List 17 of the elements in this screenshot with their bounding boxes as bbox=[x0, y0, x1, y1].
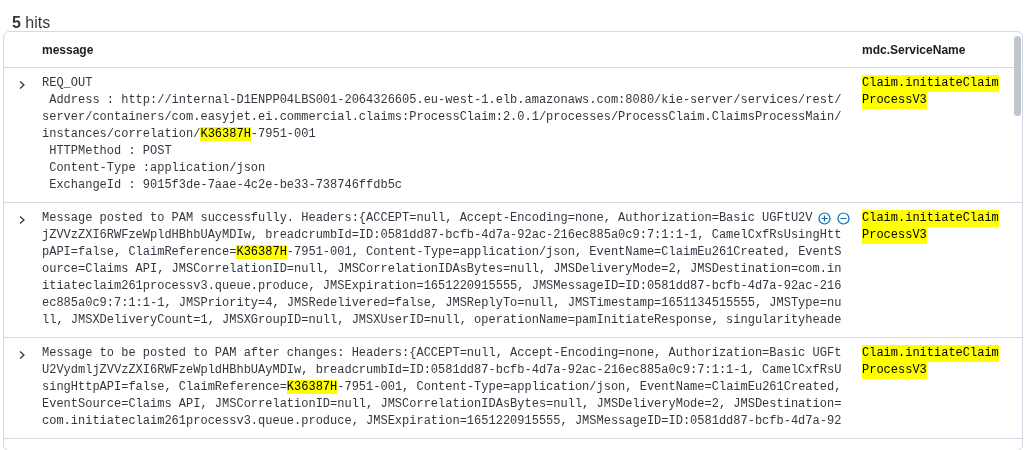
service-name: Claim.initiateClaim bbox=[862, 210, 999, 227]
zoom-out-icon[interactable] bbox=[837, 212, 850, 225]
chevron-icon[interactable] bbox=[17, 215, 27, 225]
chevron-icon[interactable] bbox=[17, 80, 27, 90]
service-name: ProcessV3 bbox=[862, 362, 927, 379]
column-header[interactable]: mdc.ServiceName bbox=[858, 42, 1022, 57]
scrollbar[interactable] bbox=[1014, 36, 1021, 116]
column-header[interactable]: message bbox=[38, 42, 858, 57]
log-message: Message posted to PAM successfully. Headers:{ACCEPT=null, Accept-Encoding=none, Authorization=Basic UGFtU2V jZVVzZXI6RWFzeWpldHBhbUAyMDIw, breadcrumbId=ID:0581dd87-bcfb-4d7a-92ac-216ec885a0c9:7:1:1-1, CamelCxfRsUsingHtt pAPI=false, ClaimReference=K36387H-7951-001, Content-Type=application/json, EventName=ClaimEu261Created, EventS ource=Claims API, JMSCorrelationID=null, JMSCorrelationIDAsBytes=null, JMSDeliveryMode=2, JMSDestination=com.in itiateclaim261processv3.queue.produce, JMSExpiration=1651220915555, JMSMessageID=ID:0581dd87-bcfb-4d7a-92ac-216 ec885a0c9:7:1:1-1, JMSPriority=4, JMSRedelivered=false, JMSReplyTo=null, JMSTimestamp=1651134515555, JMSType=nu ll, JMSXDeliveryCount=1, JMSXGroupID=null, JMSXUserID=null, operationName=pamInitiateResponse, singularityheade bbox=[41, 210, 843, 329]
chevron-icon[interactable] bbox=[17, 350, 27, 360]
service-name: Claim.initiateClaim bbox=[862, 345, 999, 362]
hits-count: 5 hits bbox=[11, 13, 52, 31]
service-name: ProcessV3 bbox=[862, 227, 927, 244]
service-name: Claim.initiateClaim bbox=[862, 75, 999, 92]
zoom-in-icon[interactable] bbox=[818, 212, 831, 225]
log-message: REQ_OUT Address : http://internal-D1ENPP04LBS001-2064326605.eu-west-1.elb.amazonaws.com:8080/kie-server/services/rest/ server/containers/com.easyjet.ei.commercial.claims:ProcessClaim:2.0.1/processes/ProcessClaim.ClaimsProcessMain/ instances/correlation/K36387H-7951-001 HTTPMethod : POST Content-Type :application/json ExchangeId : 9015f3de-7aae-4c2e-be33-738746ffdb5c bbox=[41, 75, 843, 194]
service-name: ProcessV3 bbox=[862, 92, 927, 109]
